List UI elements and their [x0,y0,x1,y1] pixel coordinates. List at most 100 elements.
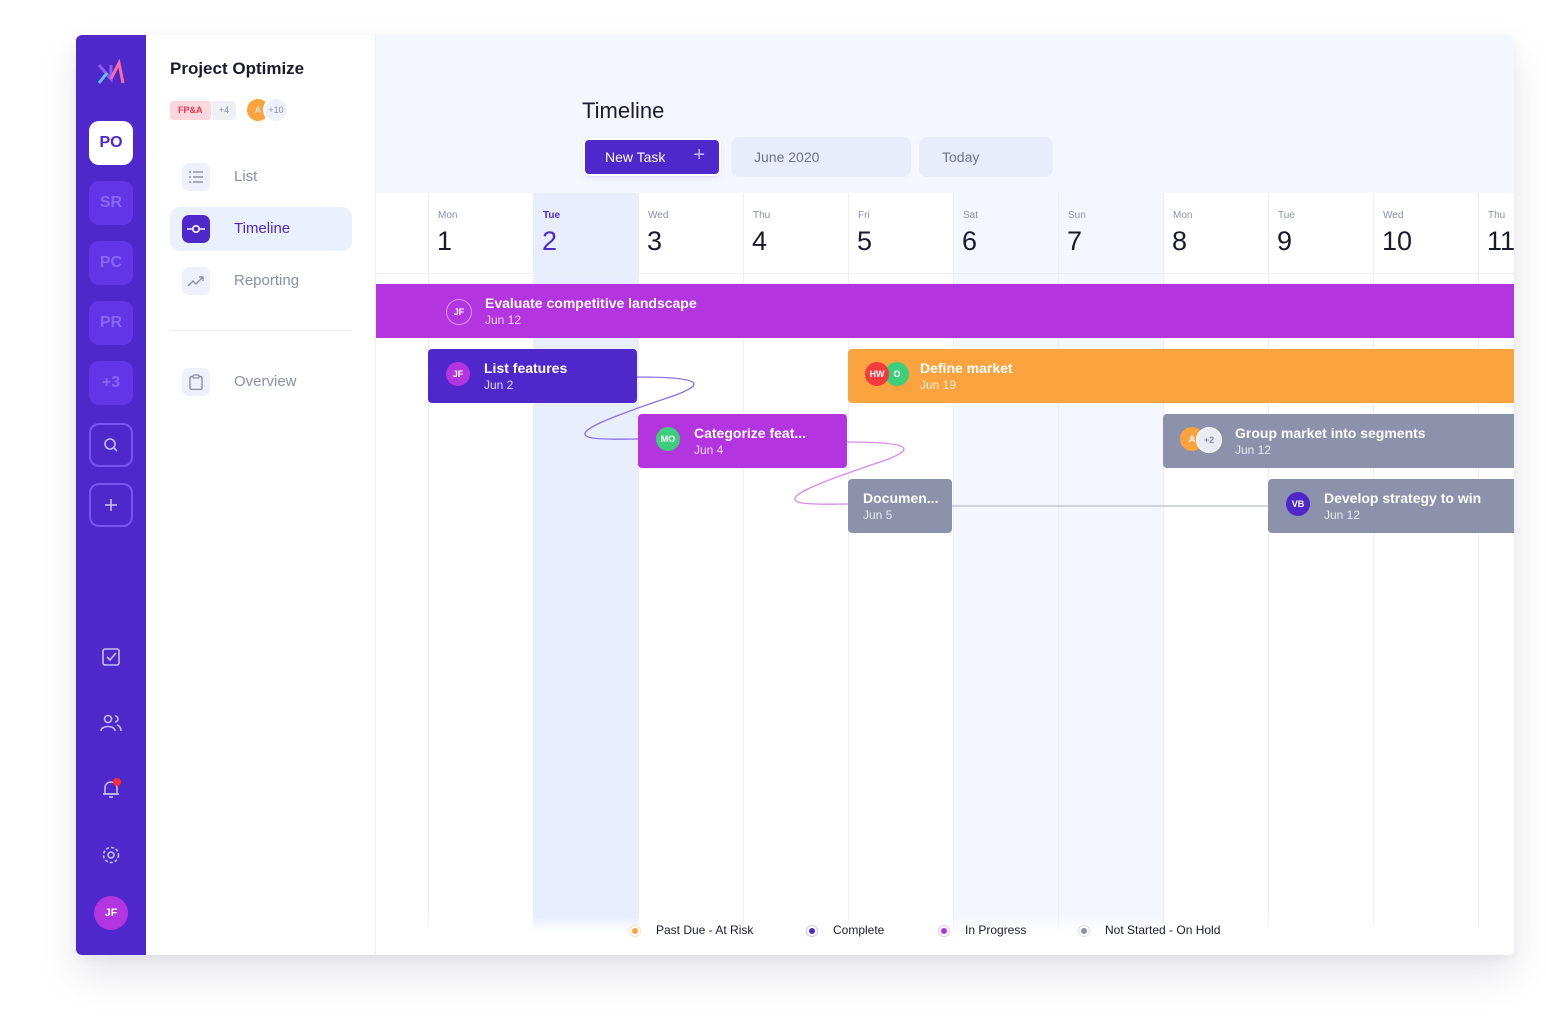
header-divider [376,273,1514,274]
today-label: Today [942,149,980,165]
nav-timeline[interactable]: Timeline [170,207,352,251]
task-bar-categorize[interactable]: MO Categorize feat... Jun 4 [638,414,847,468]
day-number: 10 [1382,226,1413,256]
day-number: 4 [752,226,768,256]
assignee-avatar: JF [446,362,470,386]
legend-label: Complete [833,923,885,937]
day-name: Mon [438,210,458,221]
task-name: Documen... [863,490,939,506]
day-name: Thu [1488,210,1506,221]
more-projects-button[interactable]: +3 [89,361,133,405]
nav-overview[interactable]: Overview [170,360,352,404]
user-avatar[interactable]: JF [94,896,128,930]
day-name: Tue [543,210,561,221]
day-name: Mon [1173,210,1193,221]
task-bar-evaluate[interactable]: JF Evaluate competitive landscape Jun 12 [376,284,1514,338]
nav-list[interactable]: List [170,155,352,199]
assignee-initials: O [893,369,901,379]
legend-dot [1079,926,1089,936]
new-task-label: New Task [605,149,666,165]
more-tags-badge[interactable]: +4 [212,101,236,120]
day-name: Wed [648,210,669,221]
task-bar-develop-strategy[interactable]: VB Develop strategy to win Jun 12 [1268,479,1514,533]
app-logo [97,59,125,84]
notification-badge [113,778,121,786]
project-tag[interactable]: FP&A [170,101,211,120]
day-number: 2 [542,226,558,256]
trend-icon [182,267,210,295]
assignee-avatar: MO [656,427,680,451]
more-members-badge[interactable]: +10 [263,97,289,123]
search-icon [104,438,118,452]
user-initials: JF [104,907,118,919]
day-name: Sun [1068,210,1086,221]
task-name: Evaluate competitive landscape [485,295,697,311]
task-name: Categorize feat... [694,425,807,441]
month-label: June 2020 [754,149,820,165]
search-button[interactable] [89,423,133,467]
day-number: 6 [962,226,978,256]
project-pr-button[interactable]: PR [89,301,133,345]
task-name: Group market into segments [1235,425,1426,441]
plus-icon [105,499,117,511]
timeline-icon [182,215,210,243]
project-title: Project Optimize [170,59,305,78]
tasks-button[interactable] [100,646,122,668]
task-date: Jun 5 [863,508,893,522]
tasks-icon [102,648,120,666]
more-assignees-label: +2 [1203,435,1215,445]
assignee-initials: JF [453,307,465,317]
app-window: PO SR PC PR +3 JF Project Optimize FP&A … [76,35,1514,955]
nav-timeline-label: Timeline [234,220,291,237]
task-bar-list-features[interactable]: JF List features Jun 2 [428,349,637,403]
more-members-label: +10 [268,105,284,115]
new-task-button[interactable]: New Task + [585,140,719,174]
settings-button[interactable] [100,844,122,866]
legend-label: In Progress [965,923,1027,937]
today-button[interactable]: Today [919,137,1053,177]
gear-icon [102,846,120,864]
project-sr-button[interactable]: SR [89,181,133,225]
assignee-initials: JF [452,369,464,379]
notifications-button[interactable] [100,778,122,800]
project-pc-label: PC [99,254,123,271]
plus-icon: + [693,144,705,166]
assignee-avatar: JF [446,299,472,325]
nav-list-label: List [234,168,258,185]
day-name: Fri [858,210,870,221]
status-legend: Past Due - At Risk Complete In Progress … [376,917,1514,955]
member-initial: A [254,105,261,115]
project-po-button[interactable]: PO [89,121,133,165]
assignee-initials: HW [869,369,885,379]
day-name: Wed [1383,210,1404,221]
task-date: Jun 12 [1324,508,1361,522]
people-icon [100,714,122,732]
assignee-initials: VB [1291,499,1305,509]
task-bar-define-market[interactable]: HW O Define market Jun 19 [848,349,1514,403]
more-assignees-badge: +2 [1196,427,1222,453]
day-name: Thu [753,210,771,221]
project-sr-label: SR [99,194,123,211]
assignee-initials: A [1188,434,1196,444]
day-number: 7 [1067,226,1083,256]
day-name: Sat [963,210,979,221]
legend-label: Past Due - At Risk [656,923,754,937]
project-pc-button[interactable]: PC [89,241,133,285]
task-date: Jun 19 [920,378,957,392]
day-number: 9 [1277,226,1293,256]
clipboard-icon [182,368,210,396]
task-bar-group-market[interactable]: A +2 Group market into segments Jun 12 [1163,414,1514,468]
legend-dot [630,926,640,936]
task-bar-documents[interactable]: Documen... Jun 5 [848,479,952,533]
project-pr-label: PR [99,314,123,331]
people-button[interactable] [100,712,122,734]
legend-dot [807,926,817,936]
month-picker[interactable]: June 2020 [731,137,911,177]
task-date: Jun 12 [1235,443,1272,457]
project-po-label: PO [99,134,123,151]
task-date: Jun 4 [694,443,724,457]
day-number: 5 [857,226,873,256]
nav-reporting[interactable]: Reporting [170,259,352,303]
add-project-button[interactable] [89,483,133,527]
task-name: Define market [920,360,1013,376]
